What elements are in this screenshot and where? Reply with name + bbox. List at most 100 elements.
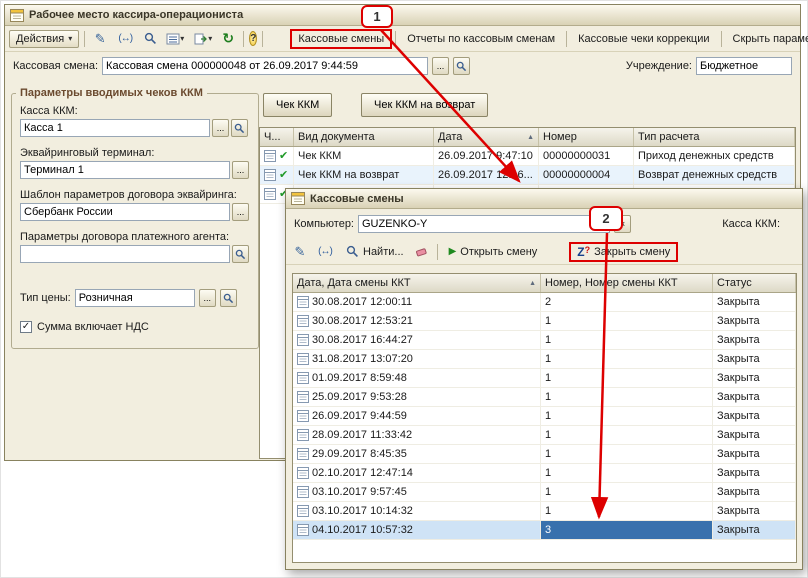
col-number[interactable]: Номер	[543, 131, 577, 143]
actions-label: Действия	[16, 32, 65, 45]
ellipsis-button[interactable]: ...	[432, 57, 450, 75]
clear-icon[interactable]: ×	[614, 215, 631, 233]
agent-contract-input[interactable]	[20, 245, 230, 263]
shift-date-cell: 31.08.2017 13:07:20	[312, 353, 413, 365]
swap-arrows-icon[interactable]: (↔)	[312, 243, 338, 261]
shift-status-cell: Закрыта	[717, 429, 760, 441]
list-settings-icon[interactable]: ▾	[162, 30, 188, 48]
edit-icon[interactable]: ✎	[290, 243, 310, 261]
separator	[243, 30, 245, 47]
col-date[interactable]: Дата	[438, 131, 462, 143]
sort-asc-icon: ▲	[529, 279, 536, 287]
z-report-icon: Z?	[577, 244, 591, 259]
shifts-rows: 30.08.2017 12:00:11 2 Закрыта 30.08.2017…	[293, 293, 796, 540]
edit-icon[interactable]: ✎	[90, 30, 110, 48]
document-row[interactable]: ✔ Чек ККМ 26.09.2017 9:47:10 00000000031…	[260, 147, 795, 166]
shift-row[interactable]: 31.08.2017 13:07:20 1 Закрыта	[293, 350, 796, 369]
search-button[interactable]	[232, 245, 249, 263]
journal-icon	[297, 505, 309, 517]
col-shift-date[interactable]: Дата, Дата смены ККТ	[297, 277, 411, 289]
shift-status-cell: Закрыта	[717, 391, 760, 403]
shift-date-cell: 28.09.2017 11:33:42	[312, 429, 413, 441]
shift-date-cell: 30.08.2017 12:00:11	[312, 296, 413, 308]
shift-status-cell: Закрыта	[717, 410, 760, 422]
cash-shift-input[interactable]	[102, 57, 429, 75]
shift-row[interactable]: 30.08.2017 12:53:21 1 Закрыта	[293, 312, 796, 331]
shift-row[interactable]: 28.09.2017 11:33:42 1 Закрыта	[293, 426, 796, 445]
swap-arrows-icon[interactable]: (↔)	[112, 30, 138, 48]
journal-icon	[297, 391, 309, 403]
journal-icon	[297, 524, 309, 536]
shift-number-cell: 3	[545, 524, 552, 536]
hide-params-button[interactable]: Скрыть параметры	[727, 31, 808, 47]
computer-input[interactable]	[358, 215, 610, 233]
search-button[interactable]	[453, 57, 471, 75]
separator	[395, 30, 397, 47]
open-shift-button[interactable]: ▶ Открыть смену	[443, 244, 544, 260]
search-button[interactable]	[231, 119, 248, 137]
actions-button[interactable]: Действия ▾	[9, 29, 80, 48]
shift-status-cell: Закрыта	[717, 467, 760, 479]
clear-filter-icon[interactable]	[412, 243, 432, 261]
correction-checks-button[interactable]: Кассовые чеки коррекции	[572, 31, 715, 47]
shift-reports-button[interactable]: Отчеты по кассовым сменам	[401, 31, 561, 47]
shift-status-cell: Закрыта	[717, 372, 760, 384]
search-button[interactable]	[219, 289, 237, 307]
shift-number-cell: 1	[545, 315, 552, 327]
vat-checkbox-label: Сумма включает НДС	[37, 321, 149, 333]
shift-row[interactable]: 26.09.2017 9:44:59 1 Закрыта	[293, 407, 796, 426]
shift-number-cell: 1	[545, 429, 552, 441]
terminal-input[interactable]	[20, 161, 230, 179]
journal-icon	[297, 486, 309, 498]
col-payment-type[interactable]: Тип расчета	[638, 131, 700, 143]
find-button[interactable]: Найти...	[340, 243, 410, 260]
institution-label: Учреждение:	[625, 60, 692, 72]
export-icon[interactable]: ▾	[190, 30, 216, 48]
shift-row[interactable]: 03.10.2017 9:57:45 1 Закрыта	[293, 483, 796, 502]
check-kkm-button[interactable]: Чек ККМ	[263, 93, 333, 117]
col-posted[interactable]: Ч...	[264, 131, 281, 143]
shift-row[interactable]: 01.09.2017 8:59:48 1 Закрыта	[293, 369, 796, 388]
ellipsis-button[interactable]: ...	[212, 119, 229, 137]
ellipsis-button[interactable]: ...	[232, 161, 249, 179]
shift-row[interactable]: 25.09.2017 9:53:28 1 Закрыта	[293, 388, 796, 407]
shift-status-cell: Закрыта	[717, 486, 760, 498]
shift-row[interactable]: 03.10.2017 10:14:32 1 Закрыта	[293, 502, 796, 521]
params-title: Параметры вводимых чеков ККМ	[20, 87, 203, 99]
shift-date-cell: 29.09.2017 8:45:35	[312, 448, 407, 460]
acquiring-template-input[interactable]	[20, 203, 230, 221]
shift-number-cell: 1	[545, 391, 552, 403]
vat-checkbox[interactable]: ✓	[20, 321, 32, 333]
institution-input[interactable]	[696, 57, 792, 75]
check-kkm-refund-button[interactable]: Чек ККМ на возврат	[361, 93, 489, 117]
shift-number-cell: 1	[545, 467, 552, 479]
shift-row[interactable]: 30.08.2017 16:44:27 1 Закрыта	[293, 331, 796, 350]
col-doc-type[interactable]: Вид документа	[298, 131, 375, 143]
search-icon[interactable]	[140, 30, 160, 48]
shift-row[interactable]: 02.10.2017 12:47:14 1 Закрыта	[293, 464, 796, 483]
close-shift-button[interactable]: Z? Закрыть смену	[571, 244, 676, 260]
shift-row[interactable]: 30.08.2017 12:00:11 2 Закрыта	[293, 293, 796, 312]
shifts-table: Дата, Дата смены ККТ ▲ Номер, Номер смены…	[292, 273, 797, 563]
shift-date-cell: 02.10.2017 12:47:14	[312, 467, 413, 479]
col-status[interactable]: Статус	[717, 277, 752, 289]
cash-shifts-button[interactable]: Кассовые смены	[292, 31, 390, 47]
shift-number-cell: 1	[545, 334, 552, 346]
shift-date-cell: 01.09.2017 8:59:48	[312, 372, 407, 384]
shift-row[interactable]: 29.09.2017 8:45:35 1 Закрыта	[293, 445, 796, 464]
kkm-input[interactable]	[20, 119, 210, 137]
screen: Рабочее место кассира-операциониста Дейс…	[0, 0, 808, 578]
ellipsis-button[interactable]: ...	[232, 203, 249, 221]
shift-number-cell: 1	[545, 410, 552, 422]
price-type-input[interactable]	[74, 289, 195, 307]
journal-icon	[297, 372, 309, 384]
refresh-icon[interactable]: ↻	[218, 30, 238, 48]
posted-check-icon: ✔	[279, 168, 289, 181]
help-icon[interactable]: ?	[249, 31, 258, 46]
ellipsis-button[interactable]: ...	[198, 289, 216, 307]
number-cell: 00000000004	[543, 169, 611, 181]
col-shift-number[interactable]: Номер, Номер смены ККТ	[545, 277, 678, 289]
shifts-table-header: Дата, Дата смены ККТ ▲ Номер, Номер смены…	[293, 274, 796, 293]
document-row[interactable]: ✔ Чек ККМ на возврат 26.09.2017 12:16...…	[260, 166, 795, 185]
shift-row[interactable]: 04.10.2017 10:57:32 3 Закрыта	[293, 521, 796, 540]
